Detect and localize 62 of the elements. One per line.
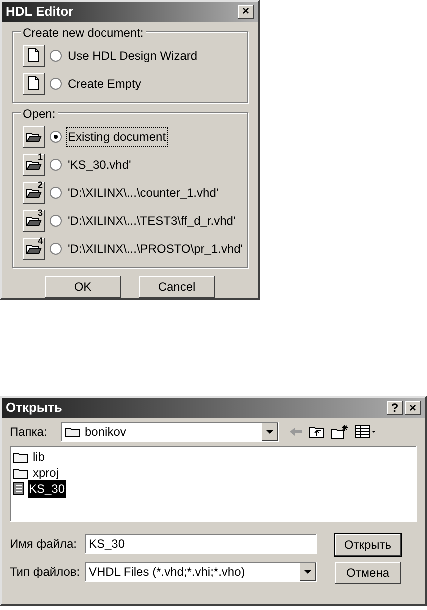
dialog-button[interactable]: Cancel <box>139 276 215 298</box>
filetype-dropdown[interactable]: VHDL Files (*.vhd;*.vhi;*.vho) <box>85 562 317 582</box>
number-label: 4 <box>38 237 43 246</box>
open-folder-button[interactable]: 1 <box>23 154 45 176</box>
radio-button[interactable] <box>50 243 62 255</box>
option-label: 'D:\XILINX\...\TEST3\ff_d_r.vhd' <box>67 213 237 230</box>
option-label: Create Empty <box>67 76 142 93</box>
radio-button[interactable] <box>50 78 62 90</box>
radio-button[interactable] <box>50 215 62 227</box>
number-label: 3 <box>38 209 43 218</box>
dropdown-arrow-icon <box>300 563 316 581</box>
open-folder-button[interactable]: 3 <box>23 210 45 232</box>
option-label: Existing document <box>67 128 168 146</box>
filename-field[interactable]: KS_30 <box>85 534 317 554</box>
folder-icon <box>26 243 42 255</box>
dropdown-value: VHDL Files (*.vhd;*.vhi;*.vho) <box>89 564 246 581</box>
file-list-item[interactable]: xproj <box>32 464 60 482</box>
document-icon <box>28 48 40 64</box>
number-label: 1 <box>38 153 43 162</box>
folder-icon <box>13 466 29 480</box>
close-button[interactable]: × <box>238 4 254 19</box>
option-label: 'D:\XILINX\...\PROSTO\pr_1.vhd' <box>67 241 244 258</box>
folder-icon <box>26 215 42 227</box>
radio-button[interactable] <box>50 50 62 62</box>
field-label: Тип файлов: <box>10 564 82 581</box>
radio-button[interactable] <box>50 187 62 199</box>
dialog-button[interactable]: OK <box>45 276 121 298</box>
radio-button[interactable] <box>50 131 62 143</box>
dialog-button[interactable]: Отмена <box>335 562 401 584</box>
file-list-item[interactable]: lib <box>32 448 46 466</box>
new-document-button[interactable] <box>23 44 45 67</box>
folder-icon <box>26 159 42 171</box>
document-icon <box>28 76 40 92</box>
file-icon <box>13 482 25 496</box>
open-folder-button[interactable]: 4 <box>23 238 45 260</box>
field-label: Папка: <box>10 424 48 441</box>
back-arrow-icon <box>289 427 303 437</box>
folder-icon <box>65 426 81 438</box>
dropdown-value: bonikov <box>85 424 128 441</box>
up-folder-icon <box>309 425 325 439</box>
dropdown-arrow-icon <box>262 423 278 441</box>
option-label: 'D:\XILINX\...\counter_1.vhd' <box>67 185 220 202</box>
field-label: Имя файла: <box>10 536 78 553</box>
open-folder-button[interactable] <box>23 126 45 148</box>
option-label: Use HDL Design Wizard <box>67 48 199 65</box>
help-button[interactable]: ? <box>387 401 403 415</box>
dialog-button[interactable]: Открыть <box>335 534 401 556</box>
folder-icon <box>26 131 42 143</box>
window-title: HDL Editor <box>6 3 74 21</box>
folder-icon <box>13 450 29 464</box>
close-button[interactable]: × <box>405 401 421 415</box>
open-folder-button[interactable]: 2 <box>23 182 45 204</box>
folder-dropdown[interactable]: bonikov <box>61 422 279 442</box>
new-document-button[interactable] <box>23 72 45 95</box>
view-menu-icon <box>355 425 377 439</box>
window-title: Открыть <box>6 399 62 418</box>
folder-icon <box>26 187 42 199</box>
new-folder-icon <box>331 424 349 440</box>
file-list-item[interactable]: KS_30 <box>28 480 66 498</box>
number-label: 2 <box>38 181 43 190</box>
radio-button[interactable] <box>50 159 62 171</box>
option-label: 'KS_30.vhd' <box>67 157 132 174</box>
